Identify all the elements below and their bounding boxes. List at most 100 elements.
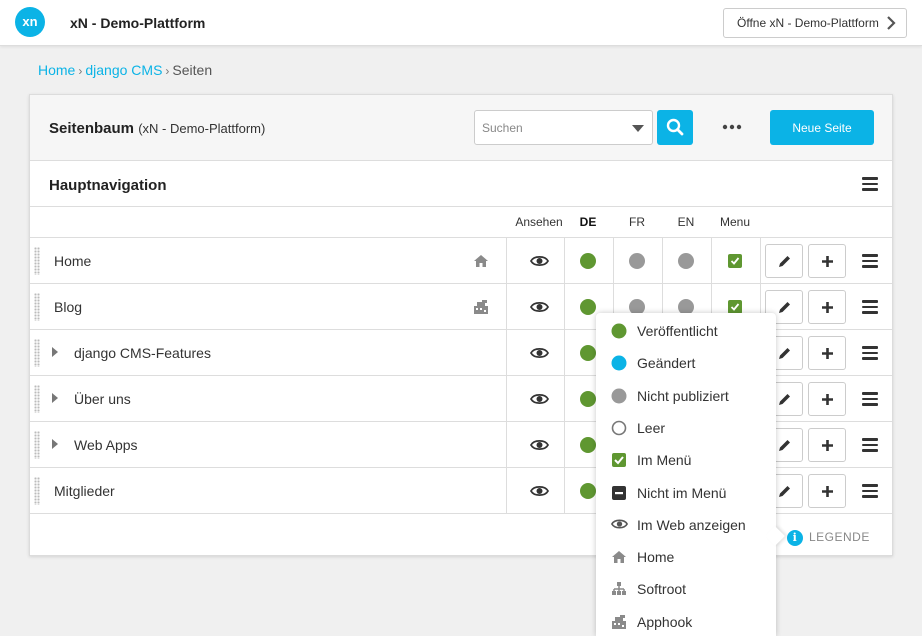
page-label[interactable]: Über uns: [74, 391, 131, 407]
plus-icon: [822, 256, 833, 267]
row-options-icon[interactable]: [862, 392, 878, 406]
add-child-button[interactable]: [808, 382, 846, 416]
legend-item: Veröffentlicht: [596, 314, 776, 346]
panel-header: Seitenbaum (xN - Demo-Plattform) Neue Se…: [30, 95, 892, 161]
status-dot-de[interactable]: [580, 437, 596, 453]
pencil-icon: [779, 486, 790, 497]
drag-handle-icon[interactable]: [34, 339, 40, 367]
pencil-icon: [779, 348, 790, 359]
chevron-right-icon: [887, 16, 896, 30]
site-title: xN - Demo-Plattform: [70, 15, 206, 31]
tree-row[interactable]: Home: [30, 238, 892, 284]
status-dot-fr[interactable]: [629, 253, 645, 269]
site-logo[interactable]: xn: [15, 7, 45, 37]
top-bar: xn xN - Demo-Plattform Öffne xN - Demo-P…: [0, 0, 922, 46]
section-title: Hauptnavigation: [49, 177, 167, 194]
legend-item: Im Menü: [596, 443, 776, 475]
status-dot-de[interactable]: [580, 483, 596, 499]
status-dot-de[interactable]: [580, 253, 596, 269]
plus-icon: [822, 348, 833, 359]
expand-icon[interactable]: [52, 439, 58, 449]
column-view: Ansehen: [515, 215, 563, 229]
drag-handle-icon[interactable]: [34, 293, 40, 321]
add-child-button[interactable]: [808, 290, 846, 324]
eye-icon: [610, 517, 629, 533]
legend-item-label: Im Menü: [637, 452, 692, 469]
softroot-icon: [611, 581, 627, 597]
row-options-icon[interactable]: [862, 484, 878, 498]
view-page-eye-icon[interactable]: [529, 346, 550, 360]
page-label[interactable]: Web Apps: [74, 437, 138, 453]
search-button[interactable]: [657, 110, 693, 145]
drag-handle-icon[interactable]: [34, 477, 40, 505]
search-input[interactable]: [475, 111, 625, 144]
row-options-icon[interactable]: [862, 346, 878, 360]
section-menu-icon[interactable]: [862, 177, 878, 191]
view-page-eye-icon[interactable]: [529, 438, 550, 452]
add-child-button[interactable]: [808, 474, 846, 508]
plus-icon: [822, 440, 833, 451]
breadcrumb-current: Seiten: [172, 62, 213, 78]
search-field: [474, 110, 653, 145]
more-options-icon[interactable]: [720, 119, 744, 135]
search-dropdown-icon[interactable]: [632, 125, 644, 132]
pencil-icon: [779, 440, 790, 451]
legend-item: Nicht im Menü: [596, 476, 776, 508]
expand-icon[interactable]: [52, 393, 58, 403]
legend-item-label: Softroot: [637, 581, 687, 598]
page-title-main: Seitenbaum: [49, 120, 135, 137]
row-options-icon[interactable]: [862, 438, 878, 452]
view-page-eye-icon[interactable]: [529, 484, 550, 498]
page-title: Seitenbaum (xN - Demo-Plattform): [49, 120, 265, 137]
breadcrumb-django-cms[interactable]: django CMS: [85, 62, 162, 78]
add-child-button[interactable]: [808, 428, 846, 462]
breadcrumb-home[interactable]: Home: [38, 62, 75, 78]
pencil-icon: [779, 394, 790, 405]
in-menu-checkbox[interactable]: [728, 300, 742, 314]
legend-item: Leer: [596, 411, 776, 443]
row-options-icon[interactable]: [862, 300, 878, 314]
page-title-site: (xN - Demo-Plattform): [138, 121, 266, 136]
legend-item: Home: [596, 540, 776, 572]
published-dot-icon: [611, 323, 627, 339]
page-label[interactable]: django CMS-Features: [74, 345, 211, 361]
add-child-button[interactable]: [808, 244, 846, 278]
empty-dot-icon: [611, 420, 627, 436]
status-dot-en[interactable]: [678, 253, 694, 269]
plus-icon: [822, 302, 833, 313]
legend-item-label: Im Web anzeigen: [637, 516, 746, 533]
drag-handle-icon[interactable]: [34, 431, 40, 459]
new-page-button[interactable]: Neue Seite: [770, 110, 874, 145]
drag-handle-icon[interactable]: [34, 385, 40, 413]
legend-item-label: Home: [637, 549, 675, 566]
legend-item: Apphook: [596, 605, 776, 636]
in-menu-checkbox[interactable]: [728, 254, 742, 268]
page-label[interactable]: Home: [54, 253, 91, 269]
row-options-icon[interactable]: [862, 254, 878, 268]
page-label[interactable]: Mitglieder: [54, 483, 115, 499]
view-page-eye-icon[interactable]: [529, 392, 550, 406]
column-headers: Ansehen DE FR EN Menu: [30, 207, 892, 238]
section-header: Hauptnavigation: [30, 161, 892, 207]
open-site-label: Öffne xN - Demo-Plattform: [737, 16, 879, 30]
drag-handle-icon[interactable]: [34, 247, 40, 275]
status-dot-de[interactable]: [580, 299, 596, 315]
legend-item-label: Geändert: [637, 355, 696, 372]
changed-dot-icon: [611, 355, 627, 371]
apphook-icon: [473, 299, 489, 315]
page-label[interactable]: Blog: [54, 299, 82, 315]
view-page-eye-icon[interactable]: [529, 300, 550, 314]
view-page-eye-icon[interactable]: [529, 254, 550, 268]
legend-item: Nicht publiziert: [596, 379, 776, 411]
open-site-button[interactable]: Öffne xN - Demo-Plattform: [723, 8, 907, 38]
expand-icon[interactable]: [52, 347, 58, 357]
edit-button[interactable]: [765, 244, 803, 278]
column-de: DE: [579, 215, 597, 229]
add-child-button[interactable]: [808, 336, 846, 370]
unpublished-dot-icon: [611, 388, 627, 404]
status-dot-de[interactable]: [580, 391, 596, 407]
legend-item-label: Veröffentlicht: [637, 323, 718, 339]
status-dot-de[interactable]: [580, 345, 596, 361]
home-icon: [473, 253, 489, 269]
breadcrumb-separator: ›: [78, 64, 83, 78]
